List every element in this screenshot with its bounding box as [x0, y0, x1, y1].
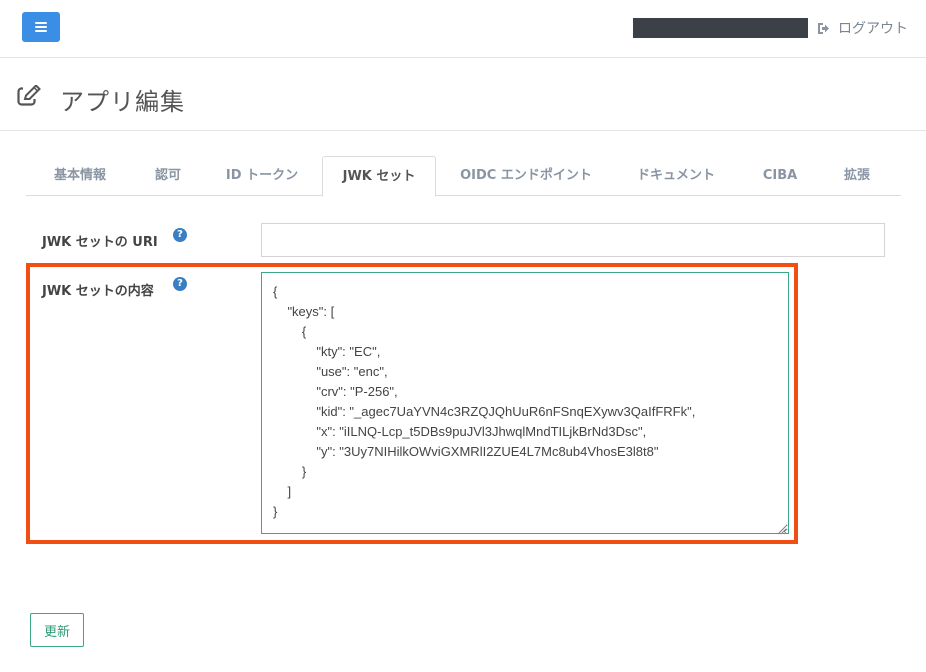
- tab-documents[interactable]: ドキュメント: [616, 156, 736, 196]
- jwks-uri-label: JWK セットの URI: [42, 235, 158, 250]
- menu-toggle-button[interactable]: [22, 12, 60, 42]
- tab-bar: 基本情報 認可 ID トークン JWK セット OIDC エンドポイント ドキュ…: [26, 156, 901, 197]
- logout-label: ログアウト: [838, 21, 908, 37]
- jwks-content-label: JWK セットの内容: [42, 284, 154, 299]
- hamburger-icon: [35, 22, 47, 32]
- logout-link[interactable]: ログアウト: [817, 17, 908, 39]
- sign-out-icon: [817, 22, 830, 35]
- page-title: アプリ編集: [60, 88, 185, 116]
- jwks-content-textarea[interactable]: { "keys": [ { "kty": "EC", "use": "enc",…: [261, 272, 789, 534]
- tab-oidc-endpoints[interactable]: OIDC エンドポイント: [436, 156, 616, 196]
- update-button[interactable]: 更新: [30, 613, 84, 647]
- top-navbar: ログアウト: [0, 0, 926, 58]
- jwks-uri-input[interactable]: [261, 223, 885, 257]
- tab-ciba[interactable]: CIBA: [736, 156, 824, 196]
- edit-icon: [17, 84, 41, 107]
- tab-authorization[interactable]: 認可: [134, 156, 202, 196]
- tab-jwk-set[interactable]: JWK セット: [322, 156, 436, 197]
- resize-handle-icon[interactable]: [775, 520, 787, 535]
- page-header: アプリ編集: [0, 58, 926, 131]
- user-name-redacted: [633, 18, 808, 38]
- tab-basic-info[interactable]: 基本情報: [26, 156, 134, 196]
- question-circle-icon[interactable]: ?: [173, 228, 187, 242]
- question-circle-icon[interactable]: ?: [173, 277, 187, 291]
- tab-extension[interactable]: 拡張: [824, 156, 890, 196]
- tab-id-token[interactable]: ID トークン: [202, 156, 322, 196]
